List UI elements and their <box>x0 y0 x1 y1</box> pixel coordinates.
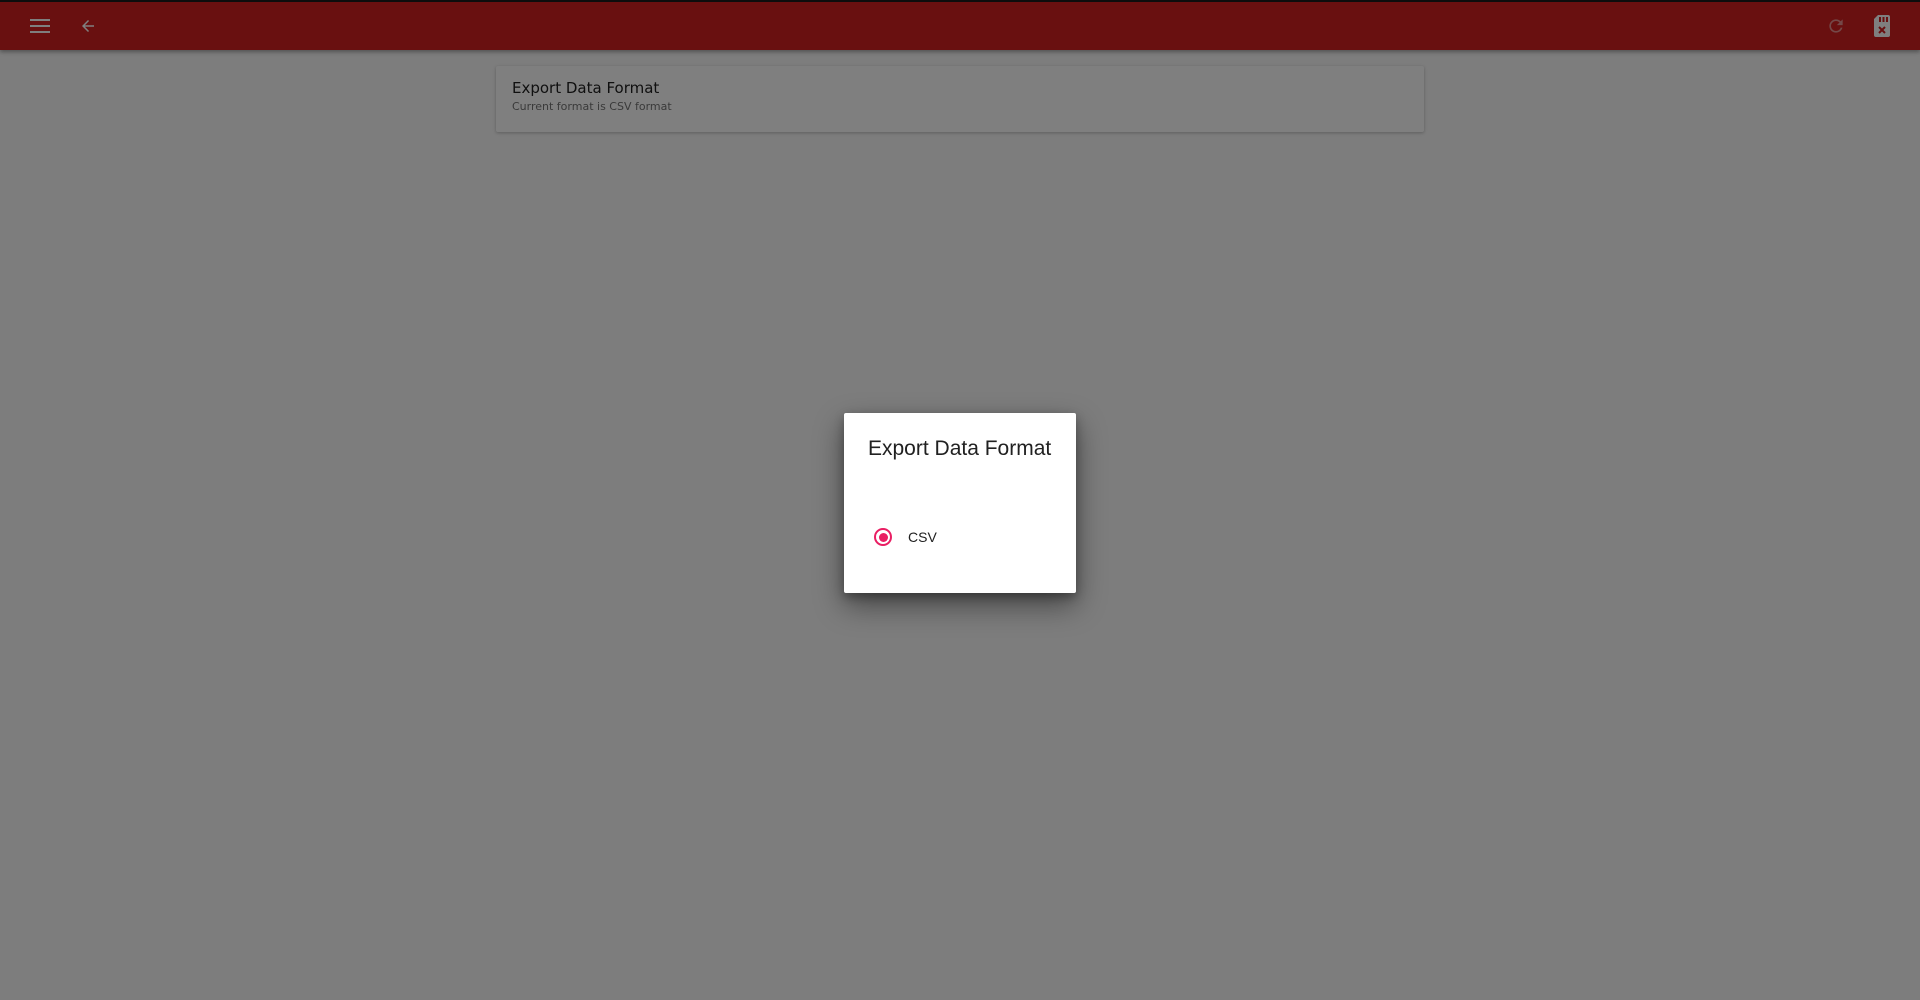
export-format-dialog: Export Data Format CSV <box>844 413 1076 593</box>
option-label: CSV <box>908 529 937 545</box>
radio-selected-icon[interactable] <box>874 528 892 546</box>
app-root: Export Data Format Current format is CSV… <box>0 0 1920 1000</box>
option-csv[interactable]: CSV <box>874 525 937 549</box>
dialog-title: Export Data Format <box>868 437 1052 460</box>
radio-dot <box>878 532 888 542</box>
